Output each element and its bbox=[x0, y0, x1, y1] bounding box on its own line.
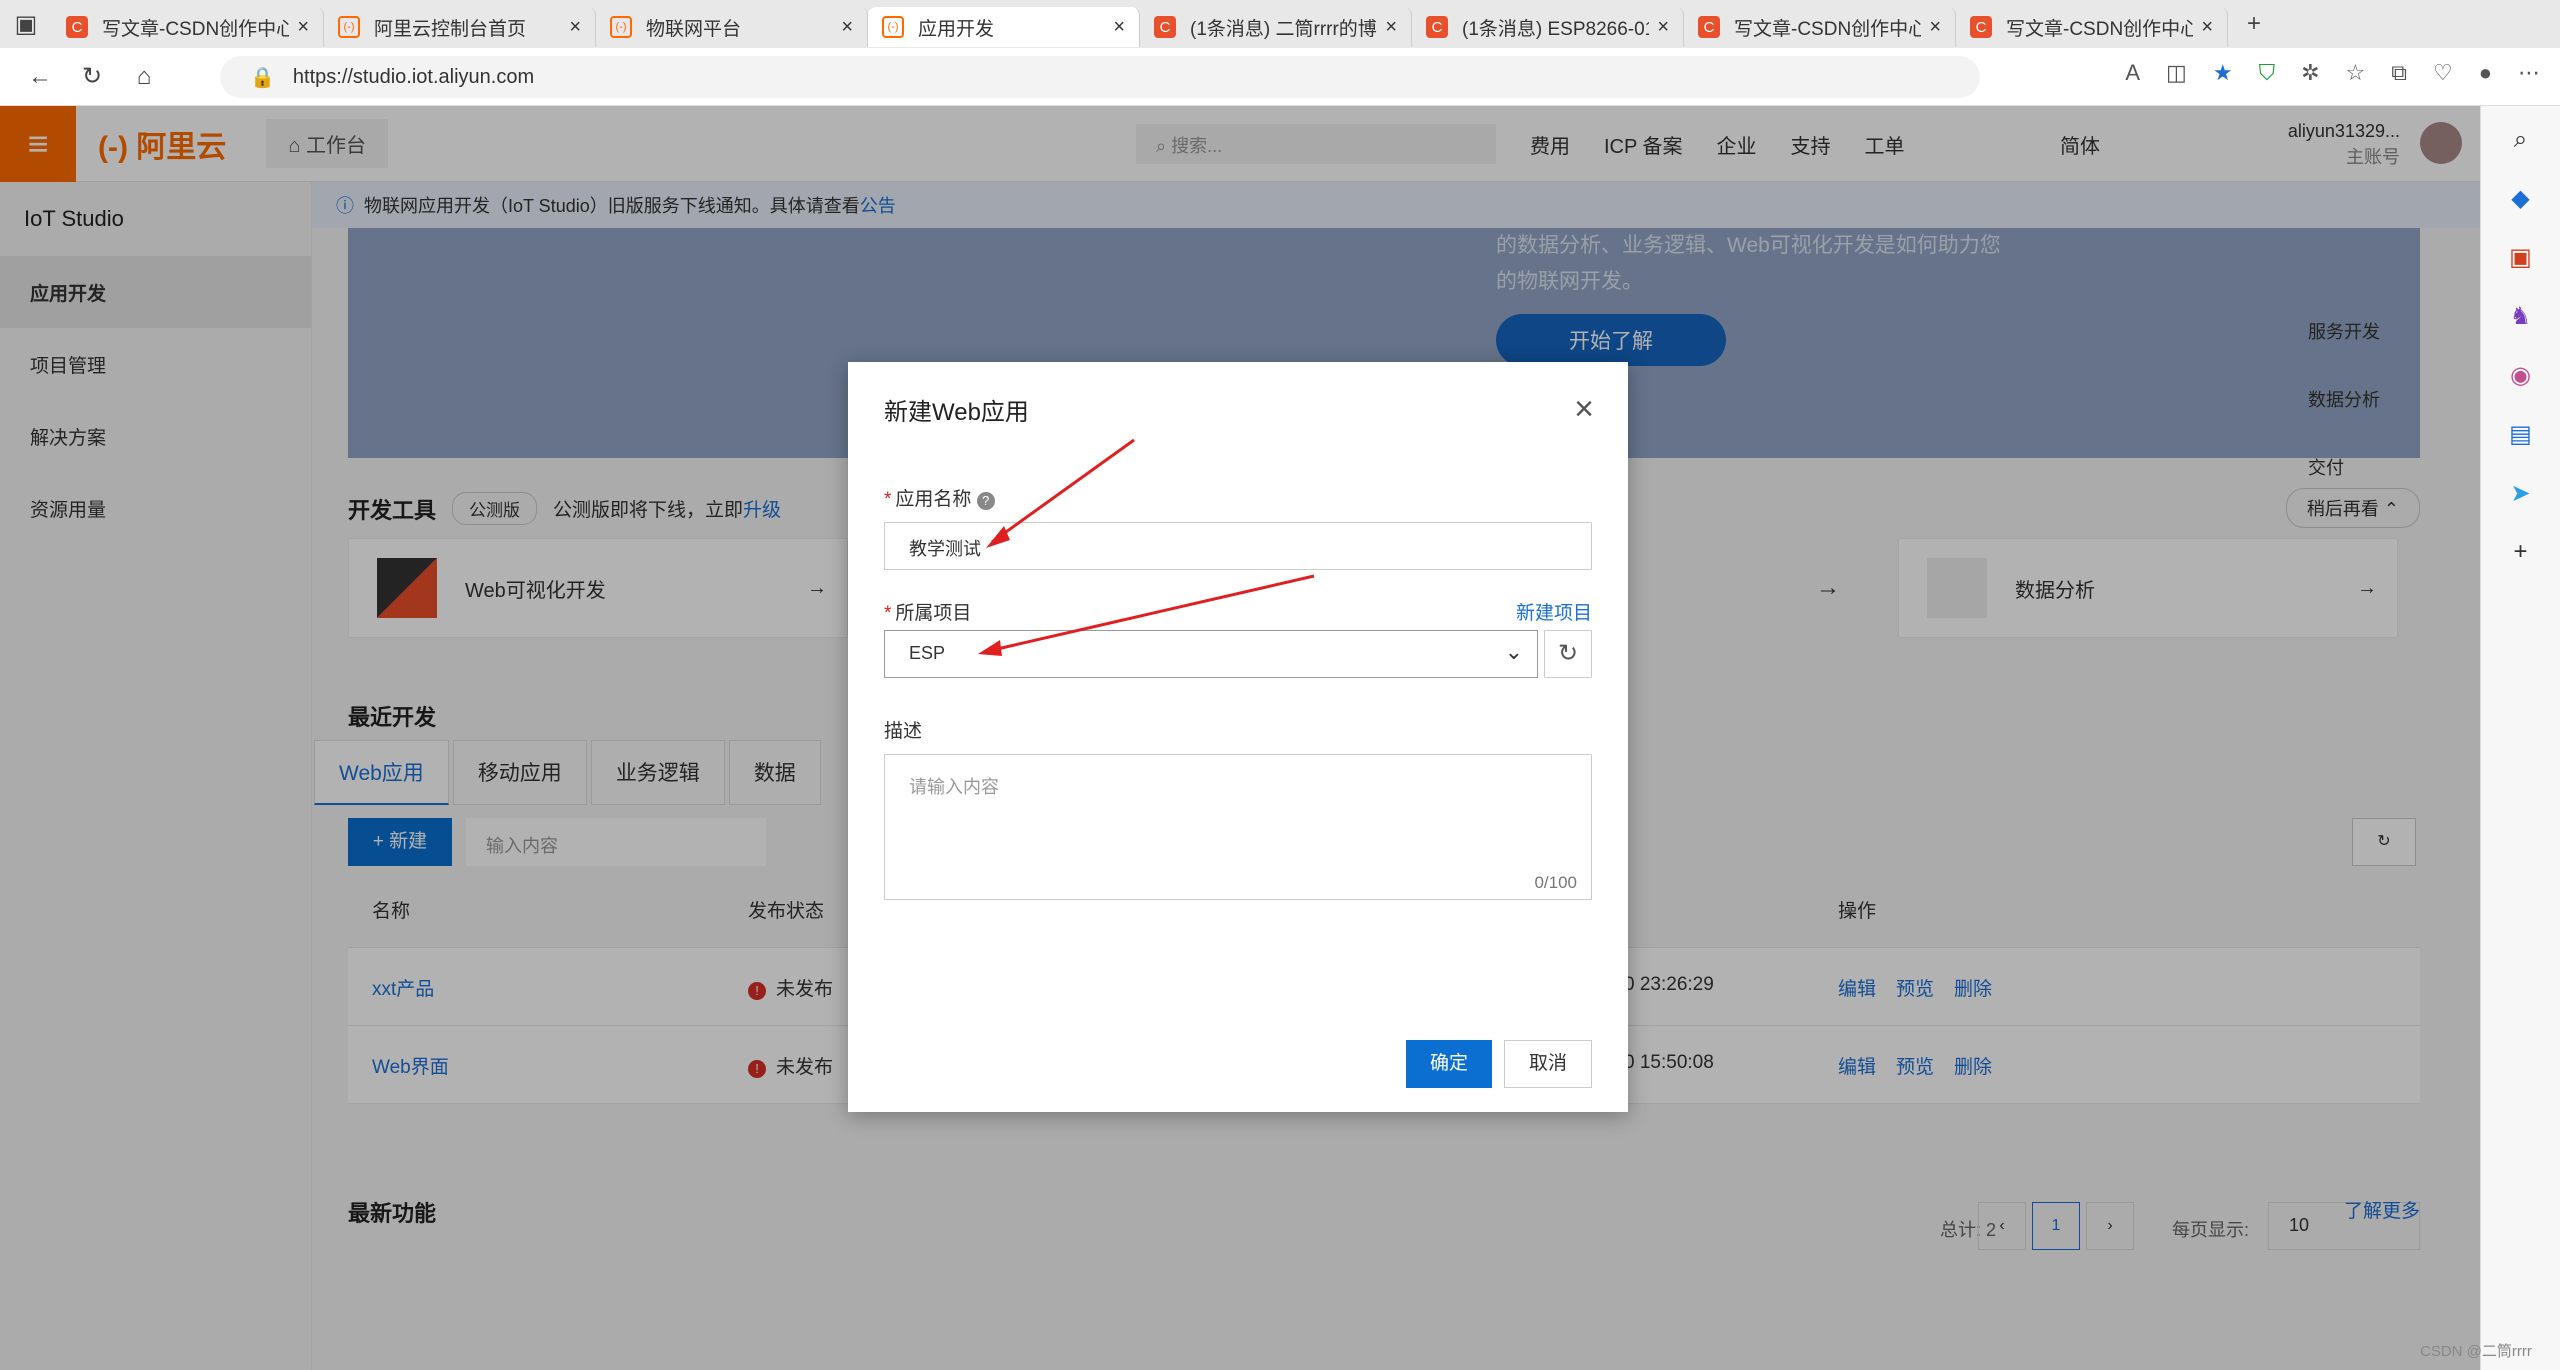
required-mark: * bbox=[884, 489, 892, 510]
profile-icon[interactable]: ● bbox=[2479, 60, 2492, 86]
new-project-link[interactable]: 新建项目 bbox=[1516, 598, 1592, 625]
close-tab-icon[interactable]: × bbox=[569, 16, 581, 39]
browser-sidebar: ⌕ ◆ ▣ ♞ ◉ ▤ ➤ + bbox=[2480, 106, 2560, 1370]
tab-title: (1条消息) 二筒rrrr的博 bbox=[1190, 18, 1377, 40]
lock-icon: 🔒 bbox=[250, 66, 275, 89]
required-mark: * bbox=[884, 603, 892, 624]
tab-title: 写文章-CSDN创作中心 bbox=[1734, 18, 1922, 40]
cancel-button[interactable]: 取消 bbox=[1504, 1040, 1592, 1088]
close-icon[interactable]: × bbox=[1574, 390, 1594, 429]
tab-title: 写文章-CSDN创作中心 bbox=[102, 18, 290, 40]
close-tab-icon[interactable]: × bbox=[841, 16, 853, 39]
desc-textarea[interactable]: 请输入内容 0/100 bbox=[884, 754, 1592, 900]
close-tab-icon[interactable]: × bbox=[297, 16, 309, 39]
aliyun-icon: (-) bbox=[882, 16, 904, 38]
browser-tab[interactable]: C 写文章-CSDN创作中心 × bbox=[1684, 7, 1956, 47]
tab-title: 阿里云控制台首页 bbox=[374, 18, 527, 40]
tab-actions-icon[interactable]: ▣ bbox=[0, 10, 52, 39]
dialog-title: 新建Web应用 bbox=[884, 399, 1029, 426]
url-text: https://studio.iot.aliyun.com bbox=[292, 65, 535, 88]
close-tab-icon[interactable]: × bbox=[1113, 16, 1125, 39]
close-tab-icon[interactable]: × bbox=[1385, 16, 1397, 39]
new-web-app-dialog: 新建Web应用 × * 应用名称 ? 教学测试 * 所属项目 新建项目 ESP ⌄ ↻… bbox=[848, 362, 1628, 1112]
extensions-icon[interactable]: ✲ bbox=[2301, 60, 2319, 86]
browser-tab[interactable]: C (1条消息) 二筒rrrr的博 × bbox=[1140, 7, 1412, 47]
collections-icon[interactable]: ⧉ bbox=[2391, 60, 2407, 86]
address-bar: ← ↻ ⌂ 🔒 https://studio.iot.aliyun.com A ◫… bbox=[0, 48, 2560, 106]
browser-tab[interactable]: C 写文章-CSDN创作中心 × bbox=[1956, 7, 2228, 47]
tab-title: 应用开发 bbox=[918, 18, 995, 40]
new-tab-button[interactable]: + bbox=[2228, 10, 2280, 38]
close-tab-icon[interactable]: × bbox=[1929, 16, 1941, 39]
desc-placeholder: 请输入内容 bbox=[909, 777, 999, 797]
browser-tab[interactable]: (-) 物联网平台 × bbox=[596, 7, 868, 47]
csdn-icon: C bbox=[1426, 16, 1448, 38]
help-icon[interactable]: ? bbox=[976, 492, 995, 510]
browser-tab[interactable]: (-) 阿里云控制台首页 × bbox=[324, 7, 596, 47]
add-icon[interactable]: + bbox=[2513, 538, 2527, 566]
reload-icon[interactable]: ↻ bbox=[66, 62, 118, 91]
chevron-down-icon: ⌄ bbox=[1504, 639, 1523, 664]
tab-title: 物联网平台 bbox=[646, 18, 742, 40]
split-screen-icon[interactable]: ◫ bbox=[2166, 60, 2187, 86]
project-value: ESP bbox=[909, 643, 946, 663]
health-icon[interactable]: ♡ bbox=[2433, 60, 2453, 86]
csdn-icon: C bbox=[1970, 16, 1992, 38]
tab-title: (1条消息) ESP8266-01 bbox=[1462, 18, 1650, 40]
office-icon[interactable]: ◉ bbox=[2510, 361, 2531, 390]
close-tab-icon[interactable]: × bbox=[1657, 16, 1669, 39]
aliyun-icon: (-) bbox=[338, 16, 360, 38]
browser-tab-bar: ▣ C 写文章-CSDN创作中心 × (-) 阿里云控制台首页 × (-) 物联网平台 × (-)… bbox=[0, 0, 2560, 48]
browser-tab[interactable]: C 写文章-CSDN创作中心 × bbox=[52, 7, 324, 47]
outlook-icon[interactable]: ▤ bbox=[2509, 420, 2532, 449]
csdn-icon: C bbox=[66, 16, 88, 38]
favorite-star-icon[interactable]: ★ bbox=[2213, 60, 2233, 86]
confirm-button[interactable]: 确定 bbox=[1406, 1040, 1492, 1088]
home-icon[interactable]: ⌂ bbox=[118, 63, 170, 91]
toolbox-icon[interactable]: ▣ bbox=[2509, 243, 2532, 272]
aliyun-icon: (-) bbox=[610, 16, 632, 38]
project-select[interactable]: ESP ⌄ bbox=[884, 630, 1538, 678]
search-icon[interactable]: ⌕ bbox=[2514, 126, 2527, 154]
close-tab-icon[interactable]: × bbox=[2201, 16, 2213, 39]
url-field[interactable]: 🔒 https://studio.iot.aliyun.com bbox=[220, 56, 1980, 98]
csdn-icon: C bbox=[1698, 16, 1720, 38]
favorites-icon[interactable]: ☆ bbox=[2346, 60, 2366, 86]
name-label: 应用名称 bbox=[895, 489, 972, 510]
games-icon[interactable]: ♞ bbox=[2510, 302, 2532, 331]
csdn-icon: C bbox=[1154, 16, 1176, 38]
shield-icon[interactable]: ⛉ bbox=[2259, 60, 2276, 86]
project-label: 所属项目 bbox=[895, 603, 972, 624]
tab-title: 写文章-CSDN创作中心 bbox=[2006, 18, 2194, 40]
tag-icon[interactable]: ◆ bbox=[2511, 184, 2529, 213]
app-name-input[interactable]: 教学测试 bbox=[884, 522, 1592, 570]
desc-label: 描述 bbox=[884, 721, 923, 742]
more-menu-icon[interactable]: ⋯ bbox=[2518, 60, 2540, 86]
browser-tab[interactable]: (-) 应用开发 × bbox=[868, 7, 1140, 47]
read-aloud-icon[interactable]: A bbox=[2125, 60, 2140, 86]
browser-tab[interactable]: C (1条消息) ESP8266-01 × bbox=[1412, 7, 1684, 47]
watermark: CSDN @二筒rrrr bbox=[2420, 1343, 2532, 1360]
refresh-icon[interactable]: ↻ bbox=[1544, 630, 1592, 678]
send-icon[interactable]: ➤ bbox=[2510, 479, 2530, 508]
back-icon[interactable]: ← bbox=[14, 63, 66, 91]
char-count: 0/100 bbox=[1534, 873, 1577, 892]
